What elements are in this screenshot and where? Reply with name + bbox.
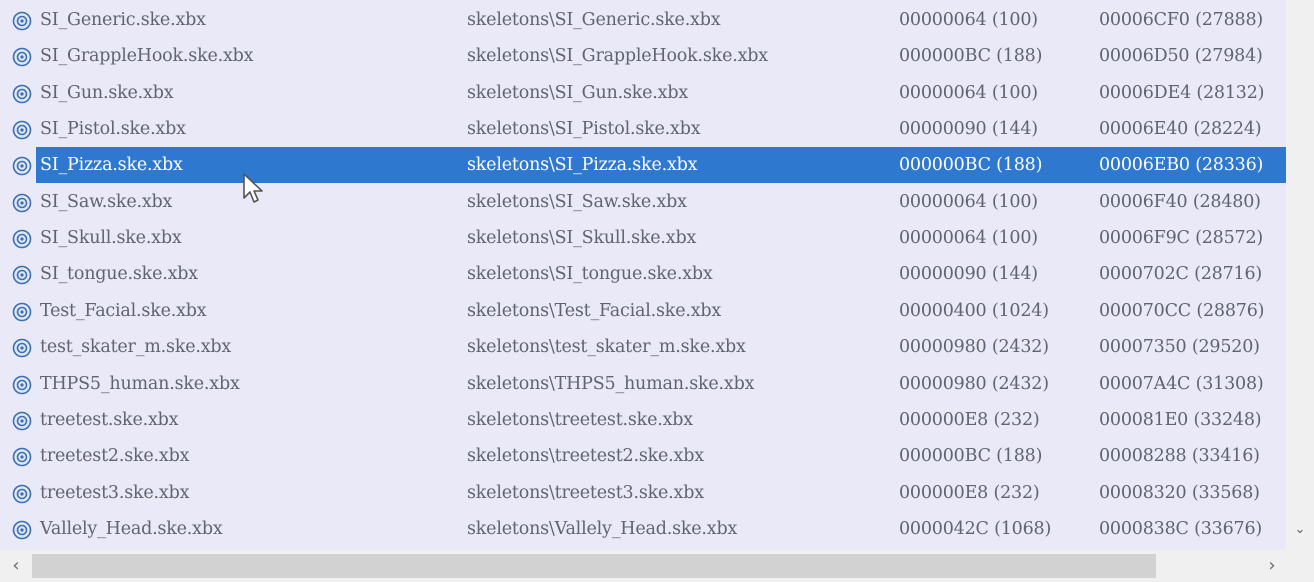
list-row[interactable]: SI_GrappleHook.ske.xbx skeletons\SI_Grap…: [0, 38, 1286, 74]
file-size: 000000E8 (232): [899, 483, 1040, 503]
file-size: 000000BC (188): [899, 155, 1043, 175]
list-row[interactable]: Test_Facial.ske.xbx skeletons\Test_Facia…: [0, 293, 1286, 329]
file-name: SI_tongue.ske.xbx: [40, 264, 198, 284]
list-row[interactable]: treetest2.ske.xbx skeletons\treetest2.sk…: [0, 438, 1286, 474]
file-size: 0000042C (1068): [899, 519, 1052, 539]
file-offset: 00006DE4 (28132): [1099, 83, 1265, 103]
file-path: skeletons\SI_Gun.ske.xbx: [467, 83, 688, 103]
file-name: treetest2.ske.xbx: [40, 446, 190, 466]
file-offset: 00006F9C (28572): [1099, 228, 1264, 248]
file-size: 00000090 (144): [899, 264, 1038, 284]
file-offset: 00006F40 (28480): [1099, 192, 1261, 212]
file-offset: 00008320 (33568): [1099, 483, 1260, 503]
list-row[interactable]: THPS5_human.ske.xbx skeletons\THPS5_huma…: [0, 366, 1286, 402]
file-size: 000000BC (188): [899, 446, 1043, 466]
skeleton-file-icon: [12, 375, 32, 395]
file-size: 00000064 (100): [899, 192, 1038, 212]
chevron-left-icon[interactable]: ‹: [6, 556, 26, 576]
skeleton-file-icon: [12, 411, 32, 431]
file-size: 00000980 (2432): [899, 374, 1049, 394]
file-path: skeletons\SI_Generic.ske.xbx: [467, 10, 721, 30]
skeleton-file-icon: [12, 302, 32, 322]
file-name: SI_Generic.ske.xbx: [40, 10, 206, 30]
file-path: skeletons\Test_Facial.ske.xbx: [467, 301, 722, 321]
file-size: 00000064 (100): [899, 228, 1038, 248]
file-name: SI_Pizza.ske.xbx: [40, 155, 183, 175]
mouse-cursor-icon: [243, 173, 263, 203]
file-size: 00000064 (100): [899, 83, 1038, 103]
vertical-scrollbar[interactable]: ⌄: [1286, 0, 1314, 550]
file-size: 00000400 (1024): [899, 301, 1049, 321]
file-path: skeletons\THPS5_human.ske.xbx: [467, 374, 755, 394]
file-name: SI_Gun.ske.xbx: [40, 83, 174, 103]
skeleton-file-icon: [12, 47, 32, 67]
file-offset: 00006EB0 (28336): [1099, 155, 1264, 175]
list-row[interactable]: SI_Saw.ske.xbx skeletons\SI_Saw.ske.xbx …: [0, 184, 1286, 220]
file-path: skeletons\treetest3.ske.xbx: [467, 483, 704, 503]
file-path: skeletons\test_skater_m.ske.xbx: [467, 337, 746, 357]
file-path: skeletons\SI_Saw.ske.xbx: [467, 192, 687, 212]
file-name: SI_Saw.ske.xbx: [40, 192, 173, 212]
list-row[interactable]: SI_Skull.ske.xbx skeletons\SI_Skull.ske.…: [0, 220, 1286, 256]
file-size: 00000090 (144): [899, 119, 1038, 139]
skeleton-file-icon: [12, 265, 32, 285]
file-offset: 000070CC (28876): [1099, 301, 1265, 321]
file-name: Test_Facial.ske.xbx: [40, 301, 207, 321]
file-name: treetest.ske.xbx: [40, 410, 179, 430]
skeleton-file-icon: [12, 520, 32, 540]
file-offset: 00006CF0 (27888): [1099, 10, 1264, 30]
file-list[interactable]: SI_Generic.ske.xbx skeletons\SI_Generic.…: [0, 0, 1286, 550]
file-size: 000000BC (188): [899, 46, 1043, 66]
chevron-down-icon[interactable]: ⌄: [1290, 520, 1310, 540]
list-row[interactable]: Vallely_Head.ske.xbx skeletons\Vallely_H…: [0, 511, 1286, 547]
file-path: skeletons\treetest2.ske.xbx: [467, 446, 704, 466]
file-offset: 0000702C (28716): [1099, 264, 1263, 284]
file-name: treetest3.ske.xbx: [40, 483, 190, 503]
skeleton-file-icon: [12, 120, 32, 140]
file-offset: 00007A4C (31308): [1099, 374, 1264, 394]
horizontal-scrollbar[interactable]: ‹ ›: [0, 550, 1314, 582]
file-path: skeletons\SI_Pistol.ske.xbx: [467, 119, 701, 139]
file-path: skeletons\SI_Skull.ske.xbx: [467, 228, 697, 248]
list-row[interactable]: SI_Gun.ske.xbx skeletons\SI_Gun.ske.xbx …: [0, 75, 1286, 111]
skeleton-file-icon: [12, 229, 32, 249]
chevron-right-icon[interactable]: ›: [1262, 556, 1282, 576]
skeleton-file-icon: [12, 447, 32, 467]
scrollbar-thumb[interactable]: [32, 554, 1156, 578]
file-name: SI_GrappleHook.ske.xbx: [40, 46, 254, 66]
file-path: skeletons\Vallely_Head.ske.xbx: [467, 519, 738, 539]
file-name: SI_Skull.ske.xbx: [40, 228, 182, 248]
file-offset: 00006E40 (28224): [1099, 119, 1262, 139]
skeleton-file-icon: [12, 84, 32, 104]
file-offset: 000081E0 (33248): [1099, 410, 1262, 430]
file-offset: 0000838C (33676): [1099, 519, 1263, 539]
file-path: skeletons\SI_Pizza.ske.xbx: [467, 155, 698, 175]
list-row[interactable]: SI_Generic.ske.xbx skeletons\SI_Generic.…: [0, 2, 1286, 38]
list-row[interactable]: treetest.ske.xbx skeletons\treetest.ske.…: [0, 402, 1286, 438]
file-size: 000000E8 (232): [899, 410, 1040, 430]
file-path: skeletons\SI_tongue.ske.xbx: [467, 264, 713, 284]
file-offset: 00007350 (29520): [1099, 337, 1260, 357]
skeleton-file-icon: [12, 484, 32, 504]
skeleton-file-icon: [12, 156, 32, 176]
file-offset: 00008288 (33416): [1099, 446, 1260, 466]
skeleton-file-icon: [12, 338, 32, 358]
file-path: skeletons\treetest.ske.xbx: [467, 410, 693, 430]
file-name: Vallely_Head.ske.xbx: [40, 519, 223, 539]
file-size: 00000980 (2432): [899, 337, 1049, 357]
list-row[interactable]: test_skater_m.ske.xbx skeletons\test_ska…: [0, 329, 1286, 365]
list-row[interactable]: SI_Pistol.ske.xbx skeletons\SI_Pistol.sk…: [0, 111, 1286, 147]
skeleton-file-icon: [12, 11, 32, 31]
file-offset: 00006D50 (27984): [1099, 46, 1263, 66]
list-row-selected[interactable]: SI_Pizza.ske.xbx skeletons\SI_Pizza.ske.…: [0, 147, 1286, 183]
file-name: test_skater_m.ske.xbx: [40, 337, 232, 357]
file-path: skeletons\SI_GrappleHook.ske.xbx: [467, 46, 768, 66]
file-name: THPS5_human.ske.xbx: [40, 374, 240, 394]
file-name: SI_Pistol.ske.xbx: [40, 119, 186, 139]
skeleton-file-icon: [12, 193, 32, 213]
file-size: 00000064 (100): [899, 10, 1038, 30]
list-row[interactable]: SI_tongue.ske.xbx skeletons\SI_tongue.sk…: [0, 256, 1286, 292]
list-row[interactable]: treetest3.ske.xbx skeletons\treetest3.sk…: [0, 475, 1286, 511]
